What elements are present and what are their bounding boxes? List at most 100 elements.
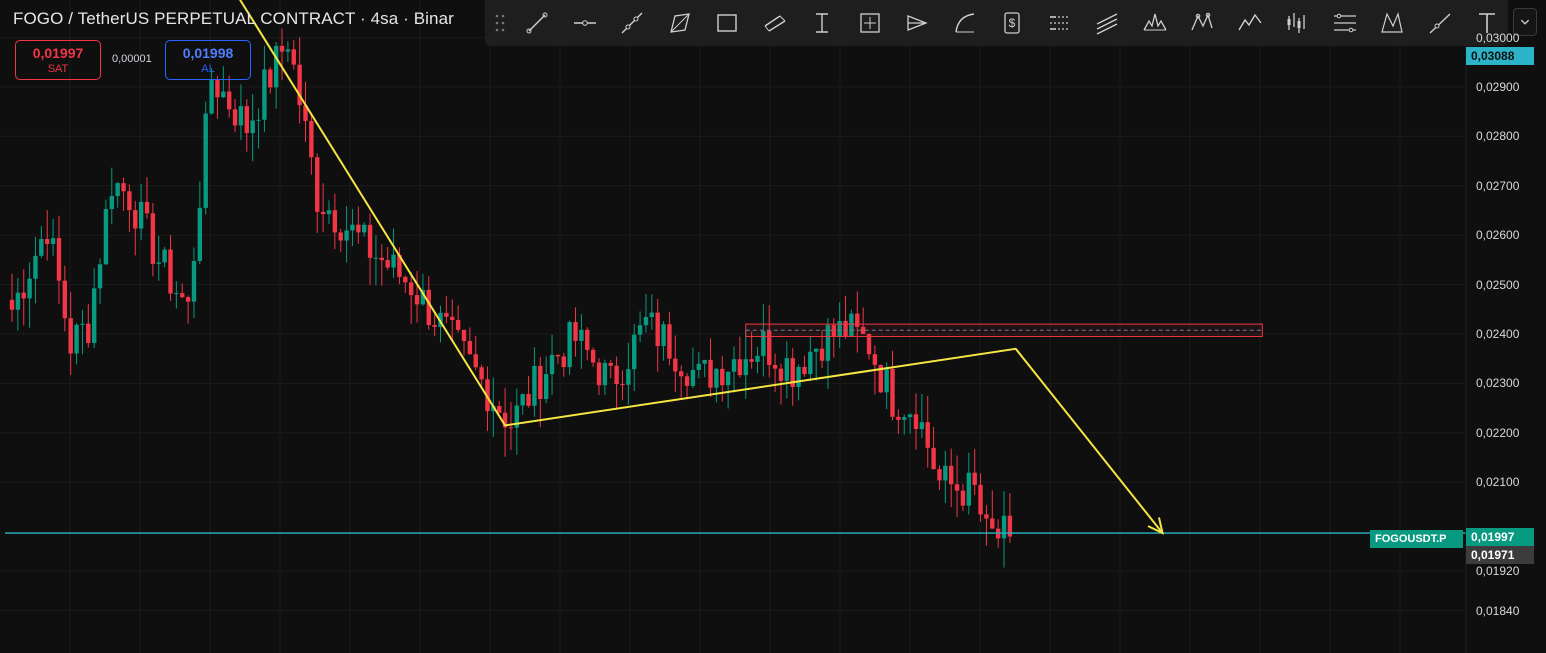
price-axis-tick: 0,02900 bbox=[1476, 80, 1520, 94]
candle-body bbox=[755, 355, 760, 362]
sell-button[interactable]: 0,01997 SAT bbox=[15, 40, 101, 80]
cypher-pattern-icon bbox=[1381, 12, 1403, 33]
candle-body bbox=[902, 417, 907, 420]
candle-body bbox=[954, 484, 960, 491]
head-shoulders-tool[interactable] bbox=[1140, 8, 1170, 38]
candle-body bbox=[808, 351, 813, 375]
candle-body bbox=[367, 224, 373, 258]
candle-body bbox=[913, 414, 919, 430]
drag-handle-icon[interactable] bbox=[495, 13, 505, 33]
xabcd-pattern-tool[interactable] bbox=[1187, 8, 1217, 38]
elliott-wave-icon bbox=[1237, 13, 1262, 31]
trend-line-tool[interactable] bbox=[522, 8, 552, 38]
elliott-wave-tool[interactable] bbox=[1235, 8, 1265, 38]
candle-body bbox=[385, 260, 390, 268]
candle-body bbox=[15, 292, 21, 310]
curve-tool[interactable] bbox=[950, 8, 980, 38]
horizontal-ray-tool[interactable] bbox=[570, 8, 600, 38]
candle-body bbox=[925, 422, 930, 448]
candle-body bbox=[907, 414, 913, 418]
price-axis-tick: 0,02500 bbox=[1476, 277, 1520, 292]
candle-body bbox=[614, 365, 619, 384]
price-axis-tick: 0,02700 bbox=[1476, 178, 1520, 193]
sell-label: SAT bbox=[47, 63, 69, 75]
candle-body bbox=[156, 262, 161, 264]
candle-body bbox=[138, 201, 144, 229]
candle-body bbox=[720, 368, 725, 386]
price-axis-tick: 0,01920 bbox=[1476, 564, 1520, 579]
candle-body bbox=[320, 211, 326, 215]
line-price-tag[interactable]: 0,03088 bbox=[1466, 47, 1534, 65]
gann-box-tool[interactable] bbox=[1330, 8, 1360, 38]
pattern-tool[interactable] bbox=[665, 8, 695, 38]
candle-body bbox=[919, 422, 925, 430]
candle-body bbox=[667, 324, 672, 359]
current-price-tag: 0,01997 bbox=[1466, 528, 1534, 546]
trend-line-icon bbox=[526, 12, 548, 34]
candlestick-chart[interactable] bbox=[0, 0, 1546, 653]
candle-body bbox=[127, 191, 132, 211]
ray-tool[interactable] bbox=[1425, 8, 1455, 38]
candle-body bbox=[226, 91, 232, 110]
pitchfork-icon bbox=[907, 15, 928, 31]
candle-body bbox=[696, 363, 701, 370]
candle-body bbox=[62, 280, 68, 319]
head-shoulders-icon bbox=[1142, 13, 1167, 31]
candle-body bbox=[326, 210, 332, 215]
candle-body bbox=[708, 359, 713, 388]
candle-body bbox=[432, 325, 437, 327]
curve-icon bbox=[954, 13, 974, 33]
candle-body bbox=[661, 324, 666, 347]
candle-body bbox=[403, 276, 408, 283]
candle-body bbox=[461, 329, 467, 342]
candle-body bbox=[549, 354, 555, 375]
regression-channel-icon bbox=[1096, 13, 1118, 35]
cypher-pattern-tool[interactable] bbox=[1377, 8, 1407, 38]
chart-title: FOGO / TetherUS PERPETUAL CONTRACT · 4sa… bbox=[13, 9, 454, 28]
parallel-channel-tool[interactable] bbox=[760, 8, 790, 38]
candle-body bbox=[819, 348, 825, 361]
candle-body bbox=[743, 359, 748, 376]
candle-body bbox=[778, 368, 784, 381]
candle-body bbox=[56, 238, 62, 281]
candle-body bbox=[144, 201, 150, 214]
fib-retracement-tool[interactable] bbox=[1045, 8, 1075, 38]
candle-body bbox=[690, 369, 696, 386]
candle-body bbox=[373, 257, 379, 259]
date-price-range-tool[interactable] bbox=[855, 8, 885, 38]
candle-body bbox=[273, 45, 279, 88]
candle-body bbox=[356, 224, 361, 233]
candle-body bbox=[426, 289, 431, 326]
candle-body bbox=[602, 362, 608, 386]
candle-body bbox=[872, 354, 878, 365]
candle-body bbox=[949, 465, 954, 485]
pitchfork-tool[interactable] bbox=[902, 8, 932, 38]
candle-body bbox=[573, 322, 578, 341]
candle-body bbox=[655, 312, 660, 347]
candle-body bbox=[984, 514, 989, 519]
candle-body bbox=[121, 183, 126, 192]
candle-body bbox=[966, 472, 972, 506]
extended-line-tool[interactable] bbox=[617, 8, 647, 38]
candle-body bbox=[813, 348, 819, 352]
candle-body bbox=[86, 323, 91, 343]
candle-body bbox=[362, 224, 367, 233]
sell-price: 0,01997 bbox=[32, 45, 84, 61]
candle-body bbox=[291, 49, 296, 65]
candle-body bbox=[414, 295, 420, 305]
bars-pattern-tool[interactable] bbox=[1282, 8, 1312, 38]
long-position-tool[interactable]: $ bbox=[997, 8, 1027, 38]
candle-body bbox=[209, 79, 214, 114]
candle-body bbox=[626, 369, 631, 385]
candle-body bbox=[315, 157, 320, 212]
candle-body bbox=[174, 293, 179, 295]
rectangle-tool[interactable] bbox=[712, 8, 742, 38]
horizontal-ray-icon bbox=[573, 20, 596, 26]
candle-body bbox=[191, 260, 197, 302]
regression-channel-tool[interactable] bbox=[1092, 8, 1122, 38]
candle-body bbox=[1001, 515, 1007, 539]
candle-body bbox=[473, 354, 478, 368]
buy-button[interactable]: 0,01998 AL bbox=[165, 40, 251, 80]
candle-body bbox=[725, 371, 731, 386]
price-range-tool[interactable] bbox=[807, 8, 837, 38]
